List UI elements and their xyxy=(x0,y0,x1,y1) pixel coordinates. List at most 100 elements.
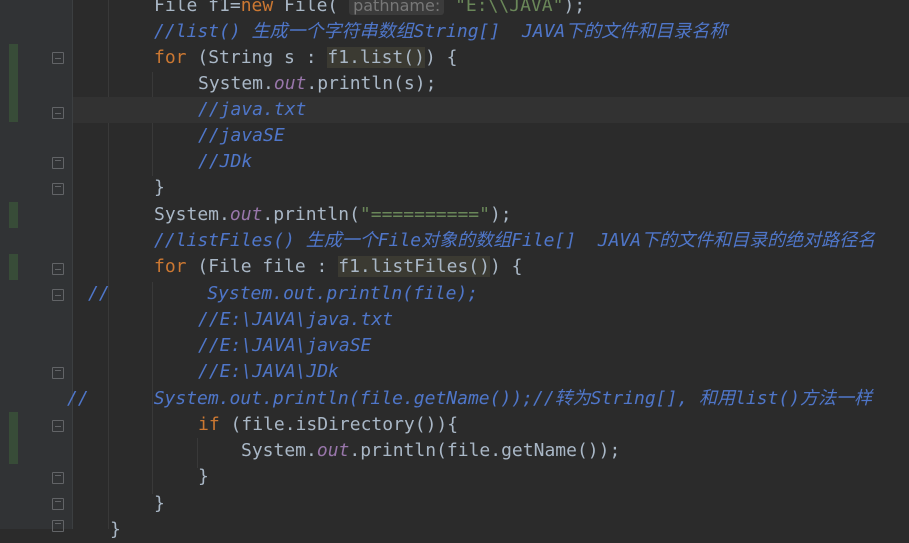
fold-toggle-icon[interactable] xyxy=(52,107,64,119)
fold-toggle-icon[interactable] xyxy=(52,289,64,301)
fold-toggle-icon[interactable] xyxy=(52,520,64,532)
code-line-text: //E:\JAVA\javaSE xyxy=(198,333,371,359)
code-token: File( xyxy=(273,0,350,16)
code-line-text: //E:\JAVA\JDk xyxy=(198,359,339,385)
code-line[interactable]: //JDk xyxy=(73,149,909,175)
fold-toggle-icon[interactable] xyxy=(52,420,64,432)
code-line-text: } xyxy=(110,517,121,543)
code-token: System. xyxy=(198,73,274,94)
code-token: //JDk xyxy=(198,151,253,172)
code-line[interactable]: // System.out.println(file.getName());//… xyxy=(67,386,909,412)
code-token: System. xyxy=(241,440,317,461)
vcs-change-marker[interactable] xyxy=(9,412,18,438)
code-line-text: System.out.println(file.getName()); xyxy=(241,438,620,464)
code-line-text: for (File file : f1.listFiles()) { xyxy=(154,254,522,280)
code-token: if xyxy=(198,414,220,435)
code-line-text: //list() 生成一个字符串数组String[] JAVA下的文件和目录名称 xyxy=(154,19,727,45)
fold-toggle-icon[interactable] xyxy=(52,52,64,64)
parameter-hint: pathname: xyxy=(349,0,445,15)
code-token: //E:\JAVA\JDk xyxy=(198,361,339,382)
code-line-text: File f1=new File( pathname: "E:\\JAVA"); xyxy=(154,0,585,19)
code-token: f1.list() xyxy=(327,47,425,68)
code-line-text: //JDk xyxy=(198,149,252,175)
code-token: "E:\\JAVA" xyxy=(455,0,564,16)
code-token: (file.isDirectory()){ xyxy=(219,414,459,435)
code-line[interactable]: System.out.println("=========="); xyxy=(73,202,909,228)
code-token: // System.out.println(file); xyxy=(88,283,479,304)
vcs-change-marker[interactable] xyxy=(9,254,18,280)
fold-toggle-icon[interactable] xyxy=(52,472,64,484)
code-token: for xyxy=(154,47,187,68)
fold-toggle-icon[interactable] xyxy=(52,367,64,379)
code-token: out xyxy=(316,440,350,461)
fold-toggle-icon[interactable] xyxy=(52,263,64,275)
code-line[interactable]: System.out.println(file.getName()); xyxy=(73,438,909,464)
code-line[interactable]: for (String s : f1.list()) { xyxy=(73,45,909,71)
code-token: File f1= xyxy=(154,0,241,16)
vcs-change-marker[interactable] xyxy=(9,438,18,464)
code-token: out xyxy=(273,73,307,94)
code-token: //java.txt xyxy=(198,99,307,120)
code-line-text: } xyxy=(198,464,209,490)
code-token: //E:\JAVA\javaSE xyxy=(198,335,372,356)
code-line-text: } xyxy=(154,491,165,517)
code-token: for xyxy=(154,256,187,277)
code-line[interactable]: for (File file : f1.listFiles()) { xyxy=(73,254,909,280)
code-token: ) { xyxy=(424,47,458,68)
code-editor[interactable]: File f1=new File( pathname: "E:\\JAVA");… xyxy=(67,0,909,540)
code-token: f1.listFiles() xyxy=(338,256,490,277)
code-token: // System.out.println(file.getName());//… xyxy=(67,388,873,409)
code-token: //listFiles() 生成一个File对象的数组File[] JAVA下的… xyxy=(154,230,876,251)
vcs-change-marker[interactable] xyxy=(9,96,18,122)
code-token: ) { xyxy=(489,256,523,277)
code-line[interactable]: System.out.println(s); xyxy=(73,71,909,97)
code-line[interactable]: } xyxy=(73,491,909,517)
code-token: } xyxy=(198,466,209,487)
code-token: .println(file.getName()); xyxy=(349,440,621,461)
code-line-text: //javaSE xyxy=(198,123,285,149)
code-token: out xyxy=(229,204,263,225)
code-line[interactable]: } xyxy=(73,175,909,201)
code-line[interactable]: } xyxy=(73,517,909,543)
code-line[interactable]: if (file.isDirectory()){ xyxy=(73,412,909,438)
code-token: .println( xyxy=(262,204,360,225)
code-token: } xyxy=(110,519,121,540)
code-line-text: } xyxy=(154,175,165,201)
code-line[interactable]: //listFiles() 生成一个File对象的数组File[] JAVA下的… xyxy=(73,228,909,254)
code-token: //javaSE xyxy=(198,125,285,146)
code-token: new xyxy=(240,0,274,16)
fold-toggle-icon[interactable] xyxy=(52,498,64,510)
code-token: System. xyxy=(154,204,230,225)
vcs-change-marker[interactable] xyxy=(9,70,18,96)
code-line[interactable]: //E:\JAVA\JDk xyxy=(73,359,909,385)
code-token: ); xyxy=(563,0,586,16)
code-token: (String s : xyxy=(186,47,328,68)
code-token: .println(s); xyxy=(306,73,437,94)
code-token: } xyxy=(154,177,165,198)
fold-toggle-icon[interactable] xyxy=(52,183,64,195)
code-line[interactable]: //javaSE xyxy=(73,123,909,149)
code-line[interactable]: } xyxy=(73,464,909,490)
code-line-text: if (file.isDirectory()){ xyxy=(198,412,458,438)
code-line[interactable]: // System.out.println(file); xyxy=(73,281,909,307)
fold-toggle-icon[interactable] xyxy=(52,157,64,169)
code-line[interactable]: //java.txt xyxy=(73,97,909,123)
code-token: "==========" xyxy=(359,204,490,225)
code-line-text: //java.txt xyxy=(198,97,306,123)
code-line[interactable]: //E:\JAVA\java.txt xyxy=(73,307,909,333)
code-line[interactable]: //list() 生成一个字符串数组String[] JAVA下的文件和目录名称 xyxy=(73,19,909,45)
vcs-change-marker[interactable] xyxy=(9,44,18,70)
code-token: } xyxy=(154,493,165,514)
vcs-change-marker[interactable] xyxy=(9,202,18,228)
code-token: //E:\JAVA\java.txt xyxy=(198,309,394,330)
code-line-text: //listFiles() 生成一个File对象的数组File[] JAVA下的… xyxy=(154,228,875,254)
code-line-text: //E:\JAVA\java.txt xyxy=(198,307,393,333)
code-line-text: // System.out.println(file.getName());//… xyxy=(67,386,872,412)
code-line[interactable]: File f1=new File( pathname: "E:\\JAVA"); xyxy=(73,0,909,19)
code-token: (File file : xyxy=(186,256,339,277)
code-line[interactable]: //E:\JAVA\javaSE xyxy=(73,333,909,359)
code-line-text: // System.out.println(file); xyxy=(88,281,478,307)
code-line-text: System.out.println(s); xyxy=(198,71,436,97)
code-token: //list() 生成一个字符串数组String[] JAVA下的文件和目录名称 xyxy=(154,21,728,42)
